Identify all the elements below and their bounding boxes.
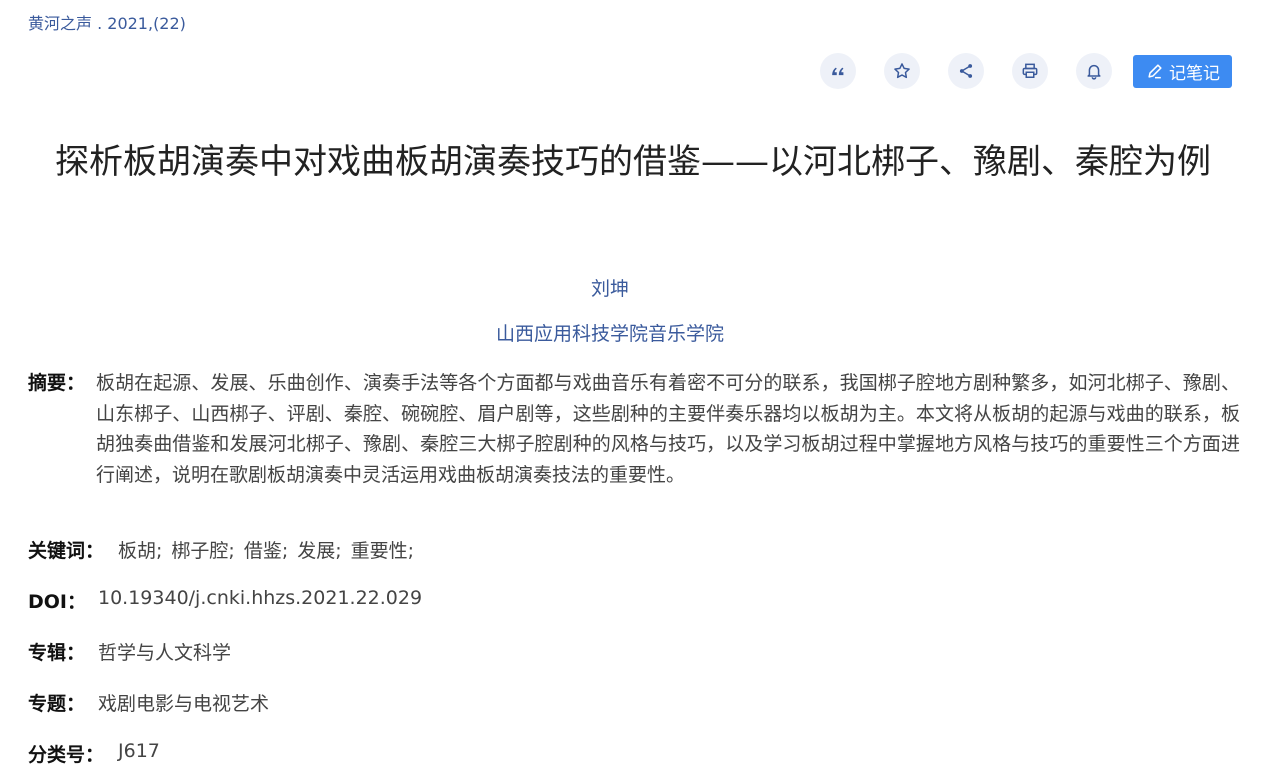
subscribe-button[interactable] xyxy=(1076,53,1112,89)
abstract-text: 板胡在起源、发展、乐曲创作、演奏手法等各个方面都与戏曲音乐有着密不可分的联系，我… xyxy=(96,372,1240,486)
pencil-icon xyxy=(1148,64,1162,79)
classification-row: 分类号： J617 xyxy=(28,740,160,767)
article-toolbar: 记笔记 xyxy=(820,53,1232,89)
classification-value: J617 xyxy=(118,740,160,762)
quote-icon xyxy=(832,67,844,76)
share-icon xyxy=(959,64,973,78)
keyword-link[interactable]: 借鉴; xyxy=(244,536,288,563)
take-note-label: 记笔记 xyxy=(1169,63,1220,84)
keyword-link[interactable]: 发展; xyxy=(297,536,341,563)
bell-icon xyxy=(1087,64,1101,80)
keywords-row: 关键词： 板胡; 梆子腔; 借鉴; 发展; 重要性; xyxy=(28,536,423,563)
series-label: 专辑： xyxy=(28,642,86,664)
series-value: 哲学与人文科学 xyxy=(98,642,232,664)
print-button[interactable] xyxy=(1012,53,1048,89)
series-row: 专辑： 哲学与人文科学 xyxy=(28,638,231,665)
doi-row: DOI： 10.19340/j.cnki.hhzs.2021.22.029 xyxy=(28,587,422,614)
institution-link[interactable]: 山西应用科技学院音乐学院 xyxy=(0,319,1220,346)
cite-button[interactable] xyxy=(820,53,856,89)
article-page: 黄河之声 . 2021,(22) 记笔记 探析板胡演奏中对戏曲板胡演奏技巧的借鉴… xyxy=(0,0,1276,773)
classification-label: 分类号： xyxy=(28,744,105,766)
favorite-button[interactable] xyxy=(884,53,920,89)
author-link[interactable]: 刘坤 xyxy=(0,274,1220,301)
topic-row: 专题： 戏剧电影与电视艺术 xyxy=(28,689,269,716)
star-icon xyxy=(894,63,910,79)
journal-source-link[interactable]: 黄河之声 . 2021,(22) xyxy=(28,10,186,34)
doi-label: DOI： xyxy=(28,591,86,613)
article-title: 探析板胡演奏中对戏曲板胡演奏技巧的借鉴——以河北梆子、豫剧、秦腔为例 xyxy=(55,142,1211,182)
keyword-link[interactable]: 梆子腔; xyxy=(171,536,234,563)
keyword-link[interactable]: 板胡; xyxy=(118,536,162,563)
topic-label: 专题： xyxy=(28,693,86,715)
keywords-label: 关键词： xyxy=(28,540,105,562)
doi-value: 10.19340/j.cnki.hhzs.2021.22.029 xyxy=(98,587,423,609)
abstract-label: 摘要： xyxy=(28,372,86,394)
abstract-row: 摘要： 板胡在起源、发展、乐曲创作、演奏手法等各个方面都与戏曲音乐有着密不可分的… xyxy=(28,368,1240,490)
take-note-button[interactable]: 记笔记 xyxy=(1133,54,1232,88)
keyword-link[interactable]: 重要性; xyxy=(351,536,414,563)
topic-value: 戏剧电影与电视艺术 xyxy=(98,693,270,715)
print-icon xyxy=(1022,63,1038,78)
share-button[interactable] xyxy=(948,53,984,89)
